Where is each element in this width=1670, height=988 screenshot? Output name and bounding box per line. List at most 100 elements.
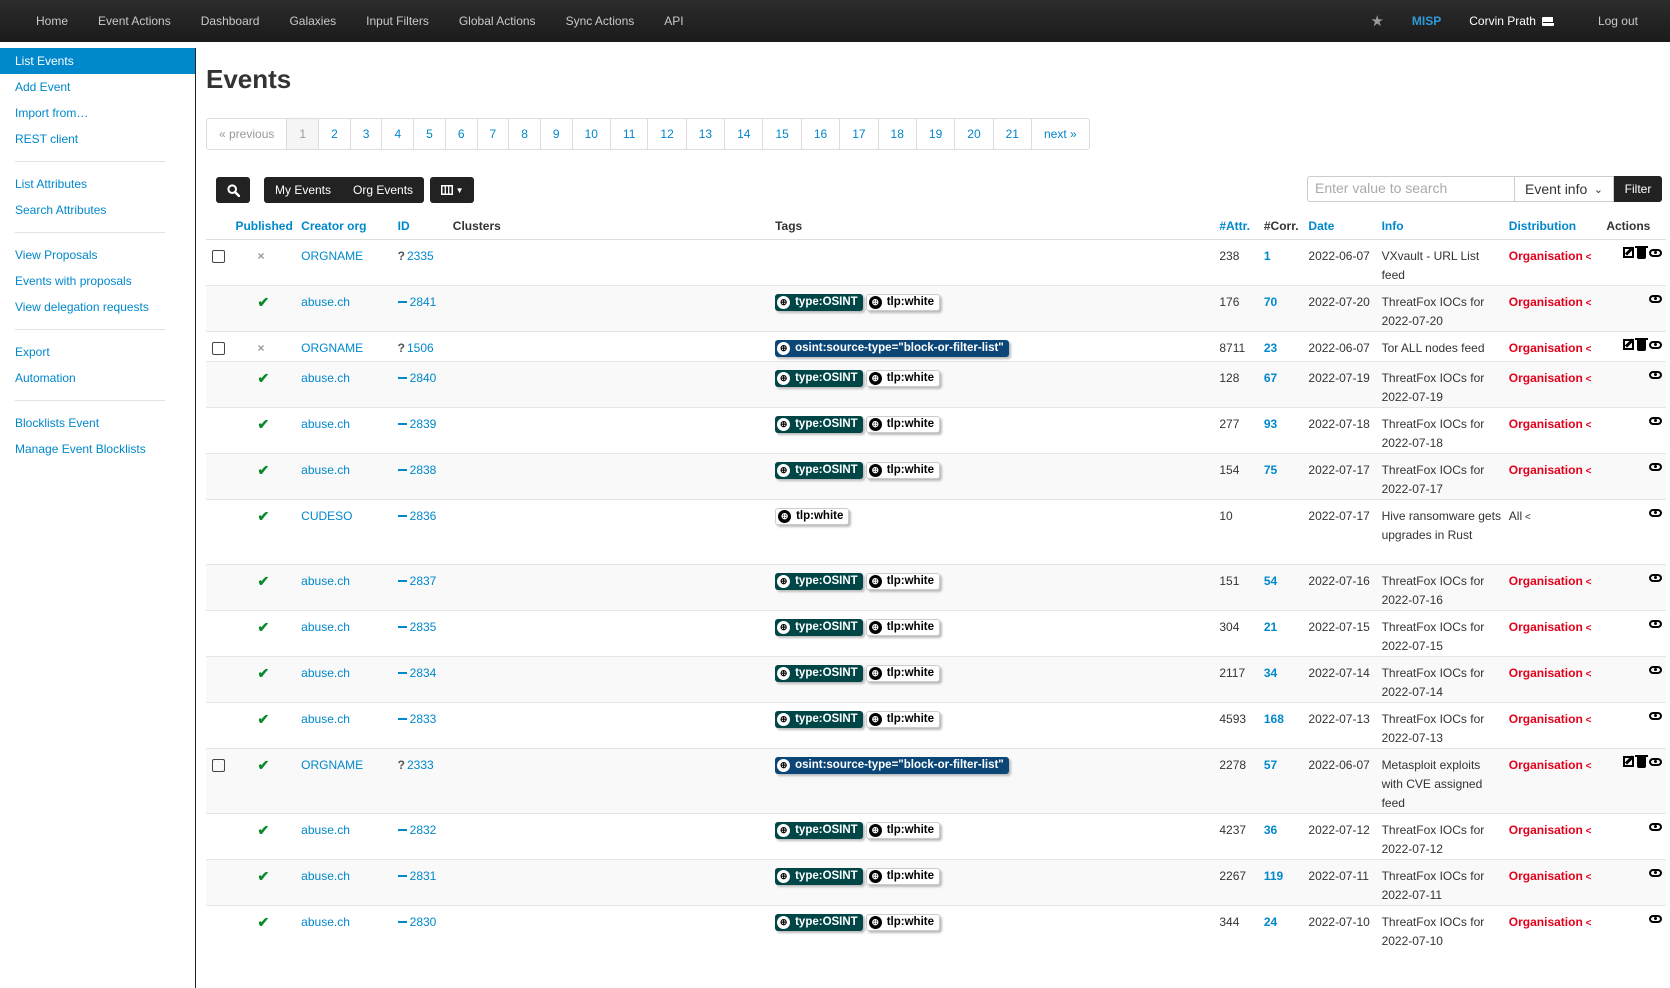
tag-badge[interactable]: ⊕ type:OSINT xyxy=(775,821,863,839)
sidebar-item-view-delegation-requests[interactable]: View delegation requests xyxy=(0,294,195,320)
event-id-link[interactable]: 2838 xyxy=(397,463,436,477)
creator-org-link[interactable]: CUDESO xyxy=(301,509,352,523)
view-eye-icon[interactable] xyxy=(1649,619,1662,628)
view-eye-icon[interactable] xyxy=(1649,665,1662,674)
event-id-link[interactable]: 2835 xyxy=(397,620,436,634)
pagination-page-12[interactable]: 12 xyxy=(647,119,685,149)
pagination-page-14[interactable]: 14 xyxy=(724,119,762,149)
tag-badge[interactable]: ⊕ tlp:white xyxy=(865,710,940,728)
row-checkbox[interactable] xyxy=(212,249,225,263)
tag-badge[interactable]: ⊕ type:OSINT xyxy=(775,293,863,311)
info-header[interactable]: Info xyxy=(1377,213,1505,240)
table-row[interactable]: ✔ ORGNAME? 2333 ⊕ osint:source-type="block-o… xyxy=(206,747,1666,813)
event-id-link[interactable]: 2841 xyxy=(397,295,436,309)
sidebar-item-rest-client[interactable]: REST client xyxy=(0,126,195,152)
tag-badge[interactable]: ⊕ tlp:white xyxy=(775,507,850,525)
distribution-link[interactable]: Organisation < xyxy=(1509,823,1592,837)
table-row[interactable]: × ORGNAME? 2335 238 1 2022-06-07 VXvault - URL… xyxy=(206,238,1666,285)
view-eye-icon[interactable] xyxy=(1649,340,1662,349)
row-checkbox[interactable] xyxy=(212,341,225,355)
view-eye-icon[interactable] xyxy=(1649,416,1662,425)
tag-badge[interactable]: ⊕ type:OSINT xyxy=(775,867,863,885)
tag-badge[interactable]: ⊕ type:OSINT xyxy=(775,461,863,479)
trash-icon[interactable] xyxy=(1635,245,1648,259)
nav-global-actions[interactable]: Global Actions xyxy=(444,0,551,42)
event-id-link[interactable]: 2834 xyxy=(397,666,436,680)
tag-badge[interactable]: ⊕ type:OSINT xyxy=(775,572,863,590)
filter-button[interactable]: Filter xyxy=(1614,176,1662,202)
tag-badge[interactable]: ⊕ tlp:white xyxy=(865,664,940,682)
misp-brand-link[interactable]: MISP xyxy=(1398,14,1455,28)
search-field-select[interactable]: Event info ⌄ xyxy=(1515,176,1614,202)
tag-badge[interactable]: ⊕ type:OSINT xyxy=(775,415,863,433)
search-button[interactable] xyxy=(216,177,250,203)
event-id-link[interactable]: 2833 xyxy=(397,712,436,726)
edit-icon[interactable] xyxy=(1623,246,1634,258)
corr-count-link[interactable]: 93 xyxy=(1264,417,1277,431)
table-row[interactable]: × ORGNAME? 1506 ⊕ osint:source-type="block-o… xyxy=(206,330,1666,361)
event-id-link[interactable]: ? 2333 xyxy=(398,758,434,772)
nav-event-actions[interactable]: Event Actions xyxy=(83,0,186,42)
sidebar-item-search-attributes[interactable]: Search Attributes xyxy=(0,197,195,223)
distribution-link[interactable]: Organisation < xyxy=(1509,712,1592,726)
view-eye-icon[interactable] xyxy=(1649,462,1662,471)
view-eye-icon[interactable] xyxy=(1649,294,1662,303)
pagination-page-13[interactable]: 13 xyxy=(685,119,724,149)
pagination-page-10[interactable]: 10 xyxy=(571,119,610,149)
view-eye-icon[interactable] xyxy=(1649,711,1662,720)
nav-home[interactable]: Home xyxy=(0,0,83,42)
sidebar-item-manage-event-blocklists[interactable]: Manage Event Blocklists xyxy=(0,436,195,462)
tag-badge[interactable]: ⊕ tlp:white xyxy=(865,572,940,590)
sidebar-item-view-proposals[interactable]: View Proposals xyxy=(0,242,195,268)
distribution-link[interactable]: Organisation < xyxy=(1509,295,1592,309)
tag-badge[interactable]: ⊕ osint:source-type="block-or-filter-list… xyxy=(775,756,1009,774)
tag-badge[interactable]: ⊕ tlp:white xyxy=(865,913,940,931)
pagination-page-16[interactable]: 16 xyxy=(800,119,839,149)
sidebar-item-list-attributes[interactable]: List Attributes xyxy=(0,171,195,197)
view-eye-icon[interactable] xyxy=(1649,248,1662,257)
pagination-page-6[interactable]: 6 xyxy=(444,119,477,149)
creator-org-link[interactable]: abuse.ch xyxy=(301,666,350,680)
pagination-page-2[interactable]: 2 xyxy=(318,119,350,149)
tag-badge[interactable]: ⊕ tlp:white xyxy=(865,821,940,839)
sidebar-item-export[interactable]: Export xyxy=(0,339,195,365)
creator-org-link[interactable]: abuse.ch xyxy=(301,915,350,929)
tag-badge[interactable]: ⊕ type:OSINT xyxy=(775,710,863,728)
event-id-link[interactable]: 2836 xyxy=(397,509,436,523)
table-row[interactable]: ✔ abuse.ch 2834 ⊕ type:OSINT ⊕ tlp:white 2117 34… xyxy=(206,655,1666,702)
corr-count-link[interactable]: 36 xyxy=(1264,823,1277,837)
distribution-header[interactable]: Distribution xyxy=(1504,213,1603,240)
published-header[interactable]: Published xyxy=(231,213,298,240)
creator-org-link[interactable]: abuse.ch xyxy=(301,574,350,588)
tag-badge[interactable]: ⊕ tlp:white xyxy=(865,369,940,387)
creator-org-link[interactable]: abuse.ch xyxy=(301,295,350,309)
envelope-icon[interactable] xyxy=(1541,16,1554,26)
sidebar-item-events-with-proposals[interactable]: Events with proposals xyxy=(0,268,195,294)
nav-input-filters[interactable]: Input Filters xyxy=(351,0,444,42)
corr-count-link[interactable]: 1 xyxy=(1264,249,1271,263)
tag-badge[interactable]: ⊕ tlp:white xyxy=(865,461,940,479)
corr-count-link[interactable]: 119 xyxy=(1264,869,1283,883)
id-header[interactable]: ID xyxy=(393,213,449,240)
view-eye-icon[interactable] xyxy=(1649,757,1662,766)
distribution-link[interactable]: Organisation < xyxy=(1509,758,1592,772)
view-eye-icon[interactable] xyxy=(1649,508,1662,517)
nav-sync-actions[interactable]: Sync Actions xyxy=(551,0,650,42)
corr-count-link[interactable]: 21 xyxy=(1264,620,1277,634)
event-id-link[interactable]: 2832 xyxy=(397,823,436,837)
distribution-link[interactable]: Organisation < xyxy=(1509,417,1592,431)
table-row[interactable]: ✔ abuse.ch 2837 ⊕ type:OSINT ⊕ tlp:white 151 54 2… xyxy=(206,563,1666,610)
nav-api[interactable]: API xyxy=(649,0,698,42)
sidebar-item-blocklists-event[interactable]: Blocklists Event xyxy=(0,410,195,436)
table-row[interactable]: ✔ abuse.ch 2830 ⊕ type:OSINT ⊕ tlp:white 344 24 2… xyxy=(206,904,1666,951)
view-eye-icon[interactable] xyxy=(1649,868,1662,877)
tag-badge[interactable]: ⊕ type:OSINT xyxy=(775,913,863,931)
search-input[interactable]: Enter value to search xyxy=(1307,176,1515,202)
sidebar-item-automation[interactable]: Automation xyxy=(0,365,195,391)
table-row[interactable]: ✔ abuse.ch 2832 ⊕ type:OSINT ⊕ tlp:white 4237 36… xyxy=(206,812,1666,859)
pagination-page-11[interactable]: 11 xyxy=(609,119,647,149)
user-menu[interactable]: Corvin Prath xyxy=(1455,14,1568,28)
view-eye-icon[interactable] xyxy=(1649,573,1662,582)
my-events-button[interactable]: My Events xyxy=(264,177,342,203)
pagination-page-9[interactable]: 9 xyxy=(539,119,572,149)
